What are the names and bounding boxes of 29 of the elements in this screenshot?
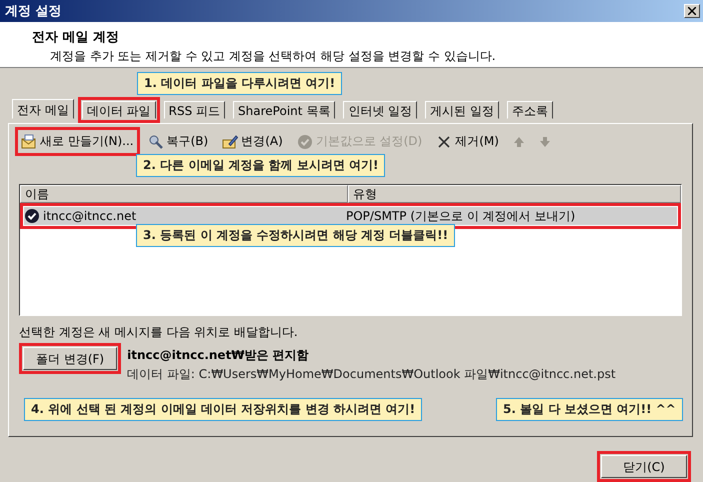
- callout-tooltip: 3. 등록된 이 계정을 수정하시려면 해당 계정 더블클릭!!: [136, 224, 456, 247]
- data-file-path: 데이터 파일: C:₩Users₩MyHome₩Documents₩Outlook 파일₩itncc@itncc.net.pst: [127, 366, 616, 383]
- account-name: itncc@itncc.net: [43, 209, 136, 223]
- tab[interactable]: RSS 피드: [164, 101, 226, 119]
- callout-tooltip: 4. 위에 선택 된 계정의 이메일 데이터 저장위치를 변경 하시려면 여기!: [24, 398, 422, 421]
- delivery-text: 선택한 계정은 새 메시지를 다음 위치로 배달합니다.: [19, 324, 299, 341]
- tab[interactable]: 인터넷 일정: [343, 101, 418, 119]
- account-type: POP/SMTP (기본으로 이 계정에서 보내기): [346, 208, 576, 224]
- account-row[interactable]: itncc@itncc.net POP/SMTP (기본으로 이 계정에서 보내기): [24, 207, 677, 225]
- callout-tooltip: 1. 데이터 파일을 다루시려면 여기!: [137, 72, 342, 95]
- window-title: 계정 설정: [5, 3, 62, 20]
- tab[interactable]: 데이터 파일: [82, 101, 156, 119]
- close-dialog-button[interactable]: 닫기(C): [601, 455, 687, 478]
- toolbar-button[interactable]: 복구(B): [146, 131, 210, 152]
- column-header[interactable]: 유형: [348, 185, 681, 203]
- callout-tooltip: 2. 다른 이메일 계정을 함께 보시려면 여기!: [136, 154, 386, 177]
- column-header[interactable]: 이름: [20, 185, 348, 203]
- tab[interactable]: 게시된 일정: [425, 101, 499, 119]
- toolbar-button[interactable]: 새로 만들기(N)...: [19, 131, 136, 152]
- header-title: 전자 메일 계정: [32, 29, 120, 46]
- toolbar-button[interactable]: 변경(A): [220, 131, 285, 152]
- tab[interactable]: 전자 메일: [12, 99, 74, 119]
- change-folder-button[interactable]: 폴더 변경(F): [23, 347, 118, 370]
- header-description: 계정을 추가 또는 제거할 수 있고 계정을 선택하여 해당 설정을 변경할 수 있습니다.: [50, 48, 497, 65]
- tab[interactable]: 주소록: [506, 101, 553, 119]
- tab[interactable]: SharePoint 목록: [233, 101, 336, 119]
- folder-path: itncc@itncc.net₩받은 편지함: [127, 347, 310, 364]
- toolbar-button[interactable]: 제거(M): [434, 131, 501, 152]
- callout-tooltip: 5. 볼일 다 보셨으면 여기!! ^^: [496, 398, 683, 421]
